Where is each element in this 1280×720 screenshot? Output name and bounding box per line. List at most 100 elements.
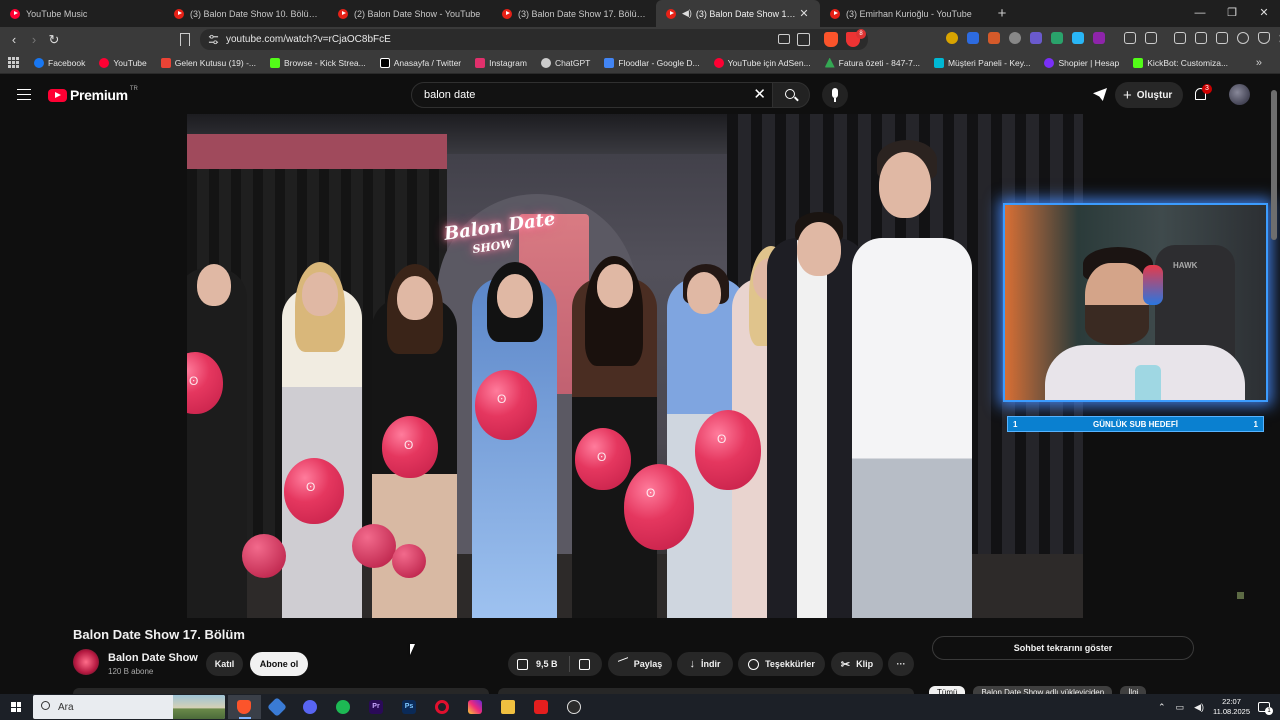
youtube-premium-logo[interactable]: Premium TR	[48, 86, 138, 103]
bookmark-chatgpt[interactable]: ChatGPT	[540, 57, 591, 68]
studio-icon[interactable]	[1093, 88, 1107, 101]
brave-shields-icon[interactable]	[824, 32, 838, 47]
extension-coin-icon[interactable]	[946, 32, 958, 44]
bookmark-musteri[interactable]: Müşteri Paneli - Key...	[933, 57, 1030, 68]
close-tab-icon[interactable]: ✕	[798, 7, 810, 20]
close-window-icon[interactable]: ✕	[1248, 0, 1280, 27]
vpn-shield-icon[interactable]	[1258, 32, 1270, 44]
tab-balon-date-17-date[interactable]: (3) Balon Date Show 17. Bölüm Datele	[492, 0, 656, 27]
join-button[interactable]: Katıl	[206, 652, 243, 676]
minimize-icon[interactable]: —	[1184, 0, 1216, 27]
back-icon[interactable]: ‹	[4, 32, 24, 47]
bookmark-label: ChatGPT	[554, 57, 591, 68]
bookmark-shopier[interactable]: Shopier | Hesap	[1044, 57, 1119, 68]
extension-fox-icon[interactable]	[988, 32, 1000, 44]
extension-image-icon[interactable]	[1051, 32, 1063, 44]
bookmark-kick[interactable]: Browse - Kick Strea...	[270, 57, 366, 68]
extension-purple-icon[interactable]	[1093, 32, 1105, 44]
bookmark-icon[interactable]	[180, 33, 190, 46]
extension-cloud-icon[interactable]	[1030, 32, 1042, 44]
tab-balon-date-show[interactable]: (2) Balon Date Show - YouTube	[328, 0, 492, 27]
channel-name[interactable]: Balon Date Show	[108, 652, 198, 664]
taskbar-clock[interactable]: 22:07 11.08.2025	[1213, 697, 1250, 717]
dislike-button[interactable]	[579, 658, 590, 670]
taskbar-instagram[interactable]	[459, 695, 492, 719]
share-icon[interactable]	[797, 33, 810, 46]
thanks-button[interactable]: Teşekkürler	[738, 652, 825, 676]
taskbar-search-box[interactable]: Ara	[33, 695, 225, 719]
bookmark-twitter[interactable]: Anasayfa / Twitter	[379, 57, 461, 68]
extension-translate-icon[interactable]	[1072, 32, 1084, 44]
network-icon[interactable]: ▭	[1176, 702, 1185, 713]
apps-grid-icon[interactable]	[8, 56, 20, 69]
tab-balon-date-10[interactable]: (3) Balon Date Show 10. Bölüm ( ATEŞ	[164, 0, 328, 27]
subscribe-button[interactable]: Abone ol	[250, 652, 308, 676]
clear-search-icon[interactable]: ✕	[753, 87, 766, 103]
bookmark-fatura[interactable]: Fatura özeti - 847-7...	[824, 57, 920, 68]
bookmark-label: Facebook	[48, 57, 86, 68]
bookmark-google-docs[interactable]: Floodlar - Google D...	[604, 57, 700, 68]
taskbar-discord[interactable]	[294, 695, 327, 719]
taskbar-explorer[interactable]	[492, 695, 525, 719]
tab-emirhan[interactable]: (3) Emirhan Kurioğlu - YouTube	[820, 0, 984, 27]
more-bookmarks-icon[interactable]: »	[1256, 57, 1262, 69]
restore-icon[interactable]: ❐	[1216, 0, 1248, 27]
music-icon[interactable]	[1174, 32, 1186, 44]
search-button[interactable]	[772, 82, 810, 108]
bookmark-instagram[interactable]: Instagram	[475, 57, 527, 68]
download-button[interactable]: ↓ İndir	[677, 652, 733, 676]
leo-ai-icon[interactable]	[1237, 32, 1249, 44]
taskbar-brave[interactable]	[228, 695, 261, 719]
windows-start-icon[interactable]	[11, 702, 21, 712]
video-watermark-icon	[1237, 592, 1244, 599]
url-field[interactable]: youtube.com/watch?v=rCjaOC8bFcE 8	[200, 29, 868, 50]
taskbar-obs[interactable]	[558, 695, 591, 719]
tab-balon-date-17-active[interactable]: ◀)(3) Balon Date Show 17. Bölüm✕	[656, 0, 820, 27]
cast-icon[interactable]	[778, 34, 790, 44]
bookmark-youtube[interactable]: YouTube	[99, 57, 147, 68]
account-avatar[interactable]	[1229, 84, 1250, 105]
voice-search-button[interactable]	[822, 82, 848, 108]
forward-icon[interactable]: ›	[24, 32, 44, 47]
notification-center-icon[interactable]: 1	[1258, 702, 1273, 715]
site-settings-icon[interactable]	[208, 34, 219, 45]
bookmark-facebook[interactable]: Facebook	[34, 57, 86, 68]
video-player[interactable]: Balon Date SHOW	[187, 114, 1083, 618]
reload-icon[interactable]: ↻	[44, 32, 64, 48]
tab-title: YouTube Music	[26, 8, 88, 19]
share-label: Paylaş	[633, 659, 663, 669]
taskbar-acrobat[interactable]	[525, 695, 558, 719]
logo-text: Premium	[70, 87, 128, 103]
page-scrollbar[interactable]	[1271, 90, 1277, 240]
sidebar-icon[interactable]	[1195, 32, 1207, 44]
extension-ghost-icon[interactable]	[1009, 32, 1021, 44]
channel-avatar[interactable]	[73, 649, 99, 675]
create-button[interactable]: + Oluştur	[1115, 82, 1183, 108]
taskbar-opera[interactable]	[426, 695, 459, 719]
share-button[interactable]: Paylaş	[608, 652, 672, 676]
clock-date: 11.08.2025	[1213, 707, 1250, 716]
browser-tab-strip: YouTube Music (3) Balon Date Show 10. Bö…	[0, 0, 1280, 27]
volume-icon[interactable]: ◀)	[1194, 702, 1204, 713]
extensions-puzzle-icon[interactable]	[1124, 32, 1136, 44]
more-actions-button[interactable]: ···	[888, 652, 914, 676]
tray-overflow-icon[interactable]: ⌃	[1158, 702, 1166, 713]
new-tab-button[interactable]: +	[992, 5, 1012, 22]
bookmark-kickbot[interactable]: KickBot: Customiza...	[1133, 57, 1228, 68]
wallet-icon[interactable]	[1216, 32, 1228, 44]
show-chat-replay-button[interactable]: Sohbet tekrarını göster	[932, 636, 1194, 660]
taskbar-photoshop[interactable]: Ps	[393, 695, 426, 719]
search-input[interactable]: balon date ✕	[411, 82, 773, 108]
taskbar-app-blue[interactable]	[261, 695, 294, 719]
bookmark-adsense[interactable]: YouTube için AdSen...	[713, 57, 811, 68]
hamburger-menu-icon[interactable]	[17, 89, 31, 100]
x-twitter-icon	[379, 57, 390, 68]
taskbar-premiere[interactable]: Pr	[360, 695, 393, 719]
bookmark-gmail[interactable]: Gelen Kutusu (19) -...	[160, 57, 256, 68]
taskbar-spotify[interactable]	[327, 695, 360, 719]
extension-audio-icon[interactable]	[967, 32, 979, 44]
like-button[interactable]: 9,5 B	[508, 656, 570, 672]
tab-youtube-music[interactable]: YouTube Music	[0, 0, 164, 27]
clip-button[interactable]: ✂ Klip	[831, 652, 883, 676]
screenshot-icon[interactable]	[1145, 32, 1157, 44]
